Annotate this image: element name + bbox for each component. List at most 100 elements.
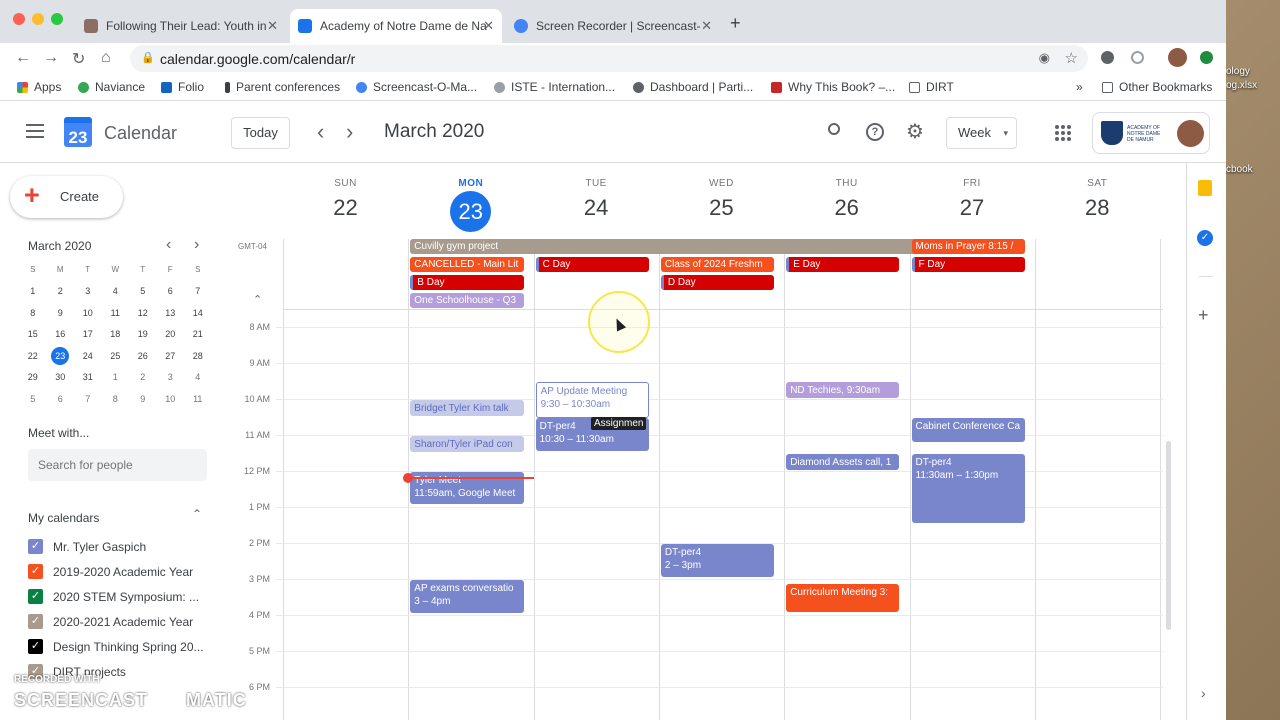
close-tab-icon[interactable]: ✕: [267, 18, 278, 34]
day-header[interactable]: MON 23: [408, 178, 533, 232]
day-header[interactable]: WED 25: [659, 178, 784, 221]
bookmark-star-icon[interactable]: ☆: [1065, 49, 1078, 67]
day-number[interactable]: 26: [784, 195, 909, 221]
expand-panel-icon[interactable]: ›: [1201, 685, 1206, 701]
settings-gear-icon[interactable]: ⚙: [906, 119, 924, 144]
mini-day[interactable]: 8: [102, 388, 130, 410]
mini-day[interactable]: 7: [74, 388, 102, 410]
mini-day[interactable]: 16: [47, 324, 75, 346]
mini-day[interactable]: 22: [19, 345, 47, 367]
bookmark-folio[interactable]: Folio: [161, 80, 204, 94]
extension-icon[interactable]: [1131, 51, 1144, 64]
profile-avatar[interactable]: [1168, 48, 1187, 67]
close-window-button[interactable]: [13, 13, 25, 25]
extension-icon[interactable]: [1101, 51, 1114, 64]
mini-day[interactable]: 9: [129, 388, 157, 410]
calendar-list-item[interactable]: ✓ 2020-2021 Academic Year: [28, 614, 193, 629]
allday-event[interactable]: Moms in Prayer 8:15 /: [911, 239, 1025, 254]
mini-day[interactable]: 8: [19, 302, 47, 324]
mini-day[interactable]: 17: [74, 324, 102, 346]
create-button[interactable]: + Create: [10, 176, 123, 218]
day-header[interactable]: SUN 22: [283, 178, 408, 221]
mini-day[interactable]: 9: [47, 302, 75, 324]
mini-day[interactable]: 29: [19, 367, 47, 389]
keep-icon[interactable]: [1198, 180, 1212, 196]
allday-event[interactable]: CANCELLED - Main Lit: [410, 257, 524, 272]
my-calendars-title[interactable]: My calendars: [28, 511, 99, 525]
prev-week-icon[interactable]: ‹: [317, 119, 324, 145]
day-number[interactable]: 27: [910, 195, 1035, 221]
mini-day[interactable]: 13: [157, 302, 185, 324]
bookmark-parent-conferences[interactable]: Parent conferences: [225, 80, 340, 94]
collapse-up-icon[interactable]: ⌃: [192, 507, 202, 521]
checkbox-checked-icon[interactable]: ✓: [28, 589, 43, 604]
allday-event[interactable]: E Day: [786, 257, 900, 272]
maximize-window-button[interactable]: [51, 13, 63, 25]
bookmark-why-this-book[interactable]: Why This Book? –...: [771, 80, 895, 94]
timed-event[interactable]: Curriculum Meeting 3:: [786, 584, 900, 612]
collapse-allday-icon[interactable]: ⌃: [253, 293, 262, 306]
address-bar[interactable]: 🔒 calendar.google.com/calendar/r ◉ ☆: [130, 45, 1088, 72]
next-week-icon[interactable]: ›: [346, 119, 353, 145]
timed-event[interactable]: Bridget Tyler Kim talk: [410, 400, 524, 416]
mini-day[interactable]: 19: [129, 324, 157, 346]
mini-day[interactable]: 12: [129, 302, 157, 324]
timed-event[interactable]: Diamond Assets call, 1: [786, 454, 900, 470]
mini-day[interactable]: 24: [74, 345, 102, 367]
more-bookmarks-button[interactable]: »: [1076, 80, 1083, 94]
mini-day[interactable]: 6: [47, 388, 75, 410]
mini-day[interactable]: 5: [129, 281, 157, 303]
mini-day[interactable]: 25: [102, 345, 130, 367]
timed-event[interactable]: DT-per4 11:30am – 1:30pm: [911, 454, 1025, 523]
day-header[interactable]: SAT 28: [1035, 178, 1160, 221]
forward-icon[interactable]: →: [43, 49, 59, 67]
mini-day[interactable]: 30: [47, 367, 75, 389]
mini-prev-icon[interactable]: ‹: [166, 236, 171, 254]
day-number[interactable]: 22: [283, 195, 408, 221]
day-header[interactable]: FRI 27: [910, 178, 1035, 221]
mini-day[interactable]: 4: [102, 281, 130, 303]
google-apps-icon[interactable]: [1055, 125, 1071, 141]
bookmark-dashboard[interactable]: Dashboard | Parti...: [633, 80, 753, 94]
allday-event[interactable]: F Day: [911, 257, 1025, 272]
today-button[interactable]: Today: [231, 117, 290, 149]
close-tab-icon[interactable]: ✕: [483, 18, 494, 34]
view-selector[interactable]: Week ▾: [946, 117, 1017, 149]
calendar-list-item[interactable]: ✓ Mr. Tyler Gaspich: [28, 539, 146, 554]
update-icon[interactable]: [1200, 51, 1213, 64]
eye-icon[interactable]: ◉: [1039, 50, 1050, 66]
mini-day[interactable]: 2: [129, 367, 157, 389]
mini-day[interactable]: 3: [74, 281, 102, 303]
checkbox-checked-icon[interactable]: ✓: [28, 614, 43, 629]
mini-day[interactable]: 7: [184, 281, 212, 303]
day-header[interactable]: THU 26: [784, 178, 909, 221]
day-number[interactable]: 24: [534, 195, 659, 221]
mini-day[interactable]: 21: [184, 324, 212, 346]
mini-day[interactable]: 18: [102, 324, 130, 346]
mini-day[interactable]: 1: [102, 367, 130, 389]
back-icon[interactable]: ←: [15, 49, 31, 67]
add-addon-icon[interactable]: +: [1198, 305, 1209, 326]
allday-event[interactable]: B Day: [410, 275, 524, 290]
mini-day[interactable]: 28: [184, 345, 212, 367]
checkbox-checked-icon[interactable]: ✓: [28, 639, 43, 654]
mini-day[interactable]: 4: [184, 367, 212, 389]
browser-tab[interactable]: Screen Recorder | Screencast- ✕: [506, 9, 720, 43]
calendar-list-item[interactable]: ✓ 2020 STEM Symposium: ...: [28, 589, 199, 604]
bookmark-apps[interactable]: Apps: [17, 80, 61, 94]
timed-event[interactable]: AP exams conversatio 3 – 4pm: [410, 580, 524, 613]
mini-day[interactable]: 15: [19, 324, 47, 346]
reload-icon[interactable]: ↻: [72, 49, 85, 69]
allday-event[interactable]: C Day: [535, 257, 649, 272]
timed-event[interactable]: DT-per4 2 – 3pm: [660, 544, 775, 577]
bookmark-iste[interactable]: ISTE - Internation...: [494, 80, 615, 94]
browser-tab[interactable]: Following Their Lead: Youth in ✕: [76, 9, 286, 43]
calendar-list-item[interactable]: ✓ Design Thinking Spring 20...: [28, 639, 204, 654]
new-tab-button[interactable]: +: [730, 13, 741, 34]
mini-day[interactable]: 26: [129, 345, 157, 367]
search-icon[interactable]: [828, 123, 840, 135]
account-switcher[interactable]: ACADEMY OF NOTRE DAME DE NAMUR: [1092, 112, 1210, 154]
search-people-input[interactable]: [28, 449, 207, 481]
day-number[interactable]: 23: [450, 191, 492, 232]
timed-event[interactable]: Sharon/Tyler iPad con: [410, 436, 524, 452]
